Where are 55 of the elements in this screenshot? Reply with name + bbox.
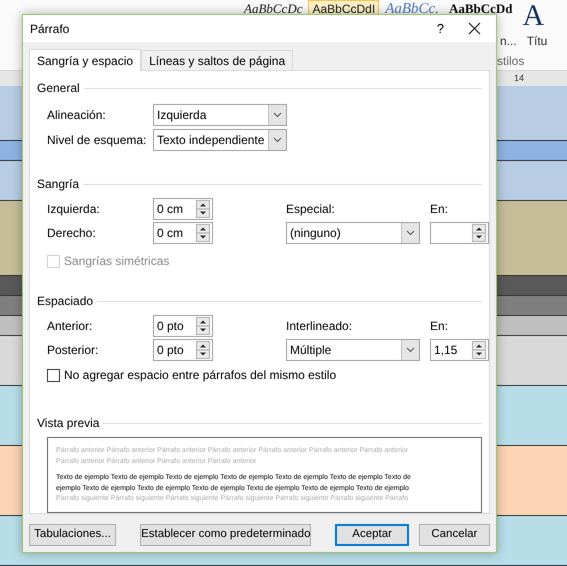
spin-arrows-icon[interactable] [196,224,210,242]
field-label: Izquierda: [47,201,101,218]
spin-arrows-icon[interactable] [196,317,210,335]
style-preview[interactable]: AaBbCc. [381,0,443,18]
field-label: Nivel de esquema: [47,132,148,149]
spin-field[interactable]: 0 pto [153,315,213,337]
field-label: Interlineado: [286,318,354,335]
checkbox[interactable] [47,368,60,382]
section-heading: General [37,80,80,97]
spin-arrows-icon[interactable] [196,341,210,359]
style-preview[interactable]: A [518,0,548,32]
chevron-down-icon [406,230,415,236]
chevron-down-icon [406,347,415,353]
dropdown[interactable]: Múltiple [286,339,420,361]
spin-arrows-icon[interactable] [472,341,486,359]
ruler-number: 14 [514,72,524,85]
field-label: Posterior: [47,342,100,359]
group-label: stilos [497,53,524,70]
section-heading: Vista previa [37,415,100,432]
field-label: Anterior: [47,318,94,335]
spin-field[interactable]: 0 cm [153,222,213,244]
help-button[interactable]: ? [436,18,444,38]
style-name: Títu [526,33,548,50]
section-heading: Sangría [37,176,80,193]
checkbox-label: No agregar espacio entre párrafos del mismo estilo [64,367,336,384]
spin-arrows-icon[interactable] [472,224,486,242]
close-button[interactable] [466,20,482,36]
chevron-down-icon [273,137,282,143]
style-name: n... [500,33,517,50]
field-label: Derecho: [47,225,97,242]
close-icon [468,22,480,35]
dialog-button[interactable]: Cancelar [418,524,490,546]
field-label: Especial: [286,201,336,218]
section-heading: Espaciado [37,293,94,310]
style-preview[interactable]: AaBbCcDd [444,0,517,18]
dropdown[interactable]: Texto independiente [153,129,287,151]
style-preview[interactable]: AaBbCcDc [240,0,306,18]
chevron-down-icon [273,112,282,118]
spin-arrows-icon[interactable] [196,200,210,218]
spin-field[interactable] [430,222,489,244]
tab[interactable]: Sangría y espacio [29,49,142,71]
dialog-button[interactable]: Establecer como predeterminado [140,524,312,546]
field-label: Alineación: [47,107,107,124]
spin-field[interactable]: 0 pto [153,339,213,361]
checkbox-label: Sangrías simétricas [64,253,170,270]
field-label: En: [430,201,450,218]
dialog-button[interactable]: Aceptar [335,524,409,546]
spin-field[interactable]: 0 cm [153,198,213,220]
field-label: En: [430,318,450,335]
spin-field[interactable]: 1,15 [430,339,489,361]
dropdown[interactable]: Izquierda [153,104,287,126]
window-title: Párrafo [30,20,70,38]
tab[interactable]: Líneas y saltos de página [141,50,294,70]
dialog-button[interactable]: Tabulaciones... [29,524,116,546]
dropdown[interactable]: (ninguno) [286,222,420,244]
